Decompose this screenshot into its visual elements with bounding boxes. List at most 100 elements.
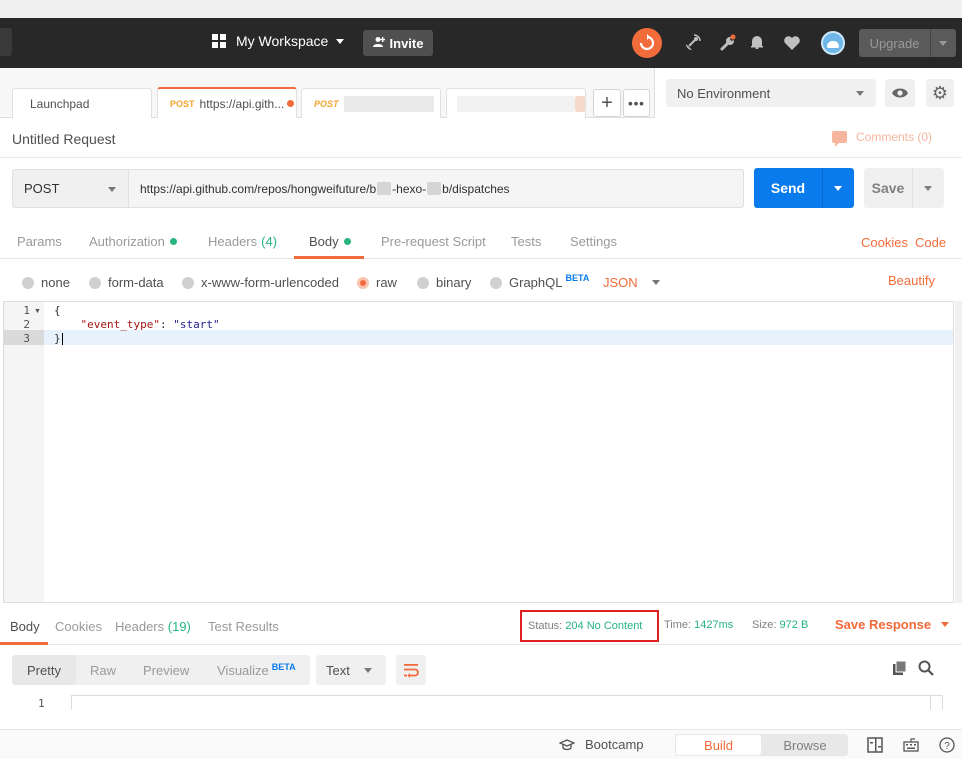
send-button[interactable]: Send	[754, 168, 854, 208]
wrap-lines-button[interactable]	[396, 655, 426, 685]
response-tab-cookies[interactable]: Cookies	[55, 619, 102, 634]
save-button[interactable]: Save	[864, 168, 944, 208]
method-select[interactable]: POST	[12, 169, 129, 208]
save-response-button[interactable]: Save Response	[835, 617, 950, 632]
body-format-select[interactable]: JSON	[603, 275, 660, 290]
request-tabs: Params Authorization Headers (4) Body Pre…	[0, 225, 962, 259]
avatar[interactable]	[821, 31, 845, 55]
upgrade-button[interactable]: Upgrade	[859, 29, 956, 57]
chevron-down-icon[interactable]	[834, 185, 842, 191]
tab-label: Launchpad	[30, 96, 90, 111]
body-type-form-data[interactable]: form-data	[89, 275, 164, 290]
help-icon[interactable]: ?	[939, 737, 955, 753]
url-part: -hexo-	[392, 181, 427, 196]
chevron-down-icon	[856, 91, 864, 96]
response-tab-body[interactable]: Body	[10, 619, 40, 634]
environment-select[interactable]: No Environment	[666, 79, 876, 107]
request-body-editor[interactable]: 1 ▼ 2 3 { "event_type": "start" }	[3, 301, 954, 603]
tab-label: Settings	[570, 234, 617, 249]
unsaved-dot-icon	[287, 100, 295, 107]
beautify-link[interactable]: Beautify	[888, 273, 935, 288]
wrench-icon[interactable]	[718, 33, 738, 53]
body-type-raw[interactable]: raw	[357, 275, 397, 290]
response-body-viewer[interactable]	[71, 695, 943, 710]
view-raw[interactable]: Raw	[90, 663, 116, 678]
response-tab-headers[interactable]: Headers (19)	[115, 619, 191, 634]
grid-icon	[212, 34, 226, 48]
tab-settings[interactable]: Settings	[570, 234, 617, 249]
comments-button[interactable]: Comments (0)	[832, 130, 933, 147]
save-divider	[912, 168, 913, 208]
view-preview[interactable]: Preview	[143, 663, 189, 678]
search-icon[interactable]	[918, 660, 934, 676]
workspace-switcher[interactable]: My Workspace	[212, 33, 345, 49]
os-title-strip	[0, 0, 962, 18]
tab-body[interactable]: Body	[309, 234, 351, 249]
tab-label: https://api.gith...	[199, 96, 285, 111]
chevron-down-icon	[941, 622, 950, 627]
tab-post-request[interactable]: POST	[301, 88, 441, 118]
environment-bar: No Environment ⚙	[656, 68, 962, 118]
tab-headers[interactable]: Headers (4)	[208, 234, 277, 249]
response-time[interactable]: Time: 1427ms	[664, 619, 733, 631]
tab-authorization[interactable]: Authorization	[89, 234, 177, 249]
response-tab-test-results[interactable]: Test Results	[208, 619, 279, 634]
line-number: 3	[23, 332, 30, 345]
fold-arrow-icon[interactable]: ▼	[34, 308, 41, 315]
cookies-link[interactable]: Cookies	[861, 235, 908, 250]
option-label: raw	[376, 275, 397, 290]
chevron-down-icon[interactable]	[939, 40, 947, 46]
status-value[interactable]: 204 No Content	[565, 620, 642, 632]
code-line: }	[54, 332, 63, 345]
blurred-tab-mark	[575, 95, 585, 112]
chevron-down-icon	[108, 187, 116, 192]
format-value: Text	[326, 662, 350, 678]
text-cursor	[61, 333, 63, 345]
tab-launchpad[interactable]: Launchpad	[12, 88, 152, 118]
tab-blurred[interactable]	[446, 88, 586, 118]
browse-button[interactable]: Browse	[763, 735, 847, 755]
view-pretty[interactable]: Pretty	[27, 663, 61, 678]
editor-gutter	[4, 302, 44, 602]
invite-button[interactable]: Invite	[363, 30, 433, 56]
scrollbar[interactable]	[930, 695, 943, 710]
tab-tests[interactable]: Tests	[511, 234, 541, 249]
two-pane-view-icon[interactable]	[867, 737, 883, 753]
scrollbar[interactable]	[955, 301, 962, 603]
bootcamp-button[interactable]: Bootcamp	[559, 737, 644, 752]
response-format-select[interactable]: Text	[316, 655, 386, 685]
size-label: Size:	[752, 619, 777, 631]
copy-icon[interactable]	[892, 660, 908, 676]
keyboard-icon[interactable]	[903, 737, 919, 753]
bell-icon[interactable]	[750, 35, 764, 50]
tab-post-request-active[interactable]: POST https://api.gith...	[157, 87, 297, 118]
tab-prerequest-script[interactable]: Pre-request Script	[381, 234, 486, 249]
save-label: Save	[871, 180, 905, 196]
response-size[interactable]: Size: 972 B	[752, 619, 808, 631]
tab-options-button[interactable]: •••	[623, 89, 650, 117]
body-type-none[interactable]: none	[22, 275, 70, 290]
heart-icon[interactable]	[782, 33, 802, 53]
request-title[interactable]: Untitled Request	[12, 131, 116, 147]
bootcamp-label: Bootcamp	[585, 737, 644, 752]
body-type-urlencoded[interactable]: x-www-form-urlencoded	[182, 275, 339, 290]
chevron-down-icon[interactable]	[924, 185, 932, 191]
body-type-graphql[interactable]: GraphQL BETA	[490, 273, 589, 290]
comments-label: Comments (0)	[856, 130, 933, 144]
headers-count: (4)	[261, 234, 278, 249]
satellite-icon[interactable]	[682, 33, 702, 53]
url-input[interactable]: https://api.github.com/repos/hongweifutu…	[128, 169, 744, 208]
header-left-button[interactable]	[0, 28, 12, 56]
comment-icon	[832, 131, 847, 147]
view-visualize[interactable]: Visualize BETA	[217, 662, 296, 678]
environment-quick-look-button[interactable]	[885, 79, 915, 107]
new-tab-button[interactable]: +	[593, 89, 621, 117]
tab-params[interactable]: Params	[17, 234, 62, 249]
status-bar: Bootcamp Build Browse ?	[0, 729, 962, 759]
code-link[interactable]: Code	[915, 235, 946, 250]
build-button[interactable]: Build	[676, 735, 761, 755]
status-dot-icon	[169, 238, 177, 245]
body-type-binary[interactable]: binary	[417, 275, 471, 290]
sync-icon[interactable]	[632, 28, 662, 58]
manage-environments-button[interactable]: ⚙	[926, 79, 954, 107]
